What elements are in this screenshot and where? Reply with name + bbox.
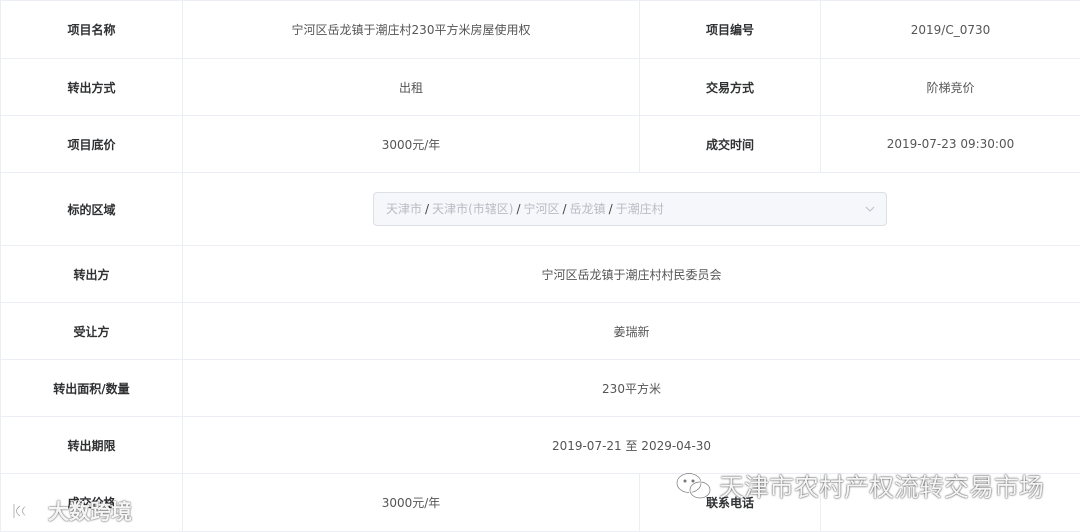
watermark-left: 大数跨境 [10, 496, 132, 526]
table-row: 受让方 姜瑞新 [0, 302, 1080, 360]
region-separator: / [608, 202, 613, 216]
region-separator: / [425, 202, 430, 216]
trade-method-label: 交易方式 [639, 58, 821, 116]
table-row: 转出面积/数量 230平方米 [0, 359, 1080, 417]
region-level-2: 天津市(市辖区) [432, 202, 514, 216]
region-level-4: 岳龙镇 [569, 202, 606, 216]
region-level-3: 宁河区 [523, 202, 560, 216]
watermark-left-text: 大数跨境 [48, 500, 132, 524]
region-separator: / [562, 202, 567, 216]
table-row: 项目底价 3000元/年 成交时间 2019-07-23 09:30:00 [0, 115, 1080, 173]
project-no-label: 项目编号 [639, 0, 821, 59]
region-level-1: 天津市 [386, 202, 423, 216]
watermark-right: 天津市农村产权流转交易市场 [675, 468, 1044, 504]
period-value: 2019-07-21 至 2029-04-30 [182, 416, 1080, 474]
project-detail-table: 项目名称 宁河区岳龙镇于潮庄村230平方米房屋使用权 项目编号 2019/C_0… [0, 0, 1080, 532]
region-separator: / [516, 202, 521, 216]
region-label: 标的区域 [0, 172, 183, 246]
deal-time-value: 2019-07-23 09:30:00 [820, 115, 1080, 173]
deal-time-label: 成交时间 [639, 115, 821, 173]
trade-method-value: 阶梯竞价 [820, 58, 1080, 116]
project-name-label: 项目名称 [0, 0, 183, 59]
transfer-method-label: 转出方式 [0, 58, 183, 116]
project-no-value: 2019/C_0730 [820, 0, 1080, 59]
logo-icon [12, 502, 41, 520]
project-name-value: 宁河区岳龙镇于潮庄村230平方米房屋使用权 [182, 0, 640, 59]
chevron-down-icon[interactable] [864, 203, 876, 215]
table-row: 转出方 宁河区岳龙镇于潮庄村村民委员会 [0, 245, 1080, 303]
transferee-value: 姜瑞新 [182, 302, 1080, 360]
region-cascader[interactable]: 天津市 / 天津市(市辖区) / 宁河区 / 岳龙镇 / 于潮庄村 [373, 192, 887, 226]
table-row: 转出期限 2019-07-21 至 2029-04-30 [0, 416, 1080, 474]
transfer-method-value: 出租 [182, 58, 640, 116]
region-level-5: 于潮庄村 [615, 202, 664, 216]
wechat-icon [675, 472, 712, 500]
transferor-label: 转出方 [0, 245, 183, 303]
area-value: 230平方米 [182, 359, 1080, 417]
table-row: 标的区域 天津市 / 天津市(市辖区) / 宁河区 / 岳龙镇 / 于潮庄村 [0, 172, 1080, 246]
transferee-label: 受让方 [0, 302, 183, 360]
watermark-right-text: 天津市农村产权流转交易市场 [718, 473, 1044, 502]
period-label: 转出期限 [0, 416, 183, 474]
base-price-value: 3000元/年 [182, 115, 640, 173]
table-row: 项目名称 宁河区岳龙镇于潮庄村230平方米房屋使用权 项目编号 2019/C_0… [0, 0, 1080, 59]
base-price-label: 项目底价 [0, 115, 183, 173]
deal-price-value: 3000元/年 [182, 473, 640, 532]
transferor-value: 宁河区岳龙镇于潮庄村村民委员会 [182, 245, 1080, 303]
table-row: 转出方式 出租 交易方式 阶梯竞价 [0, 58, 1080, 116]
region-cell: 天津市 / 天津市(市辖区) / 宁河区 / 岳龙镇 / 于潮庄村 [182, 172, 1080, 246]
area-label: 转出面积/数量 [0, 359, 183, 417]
